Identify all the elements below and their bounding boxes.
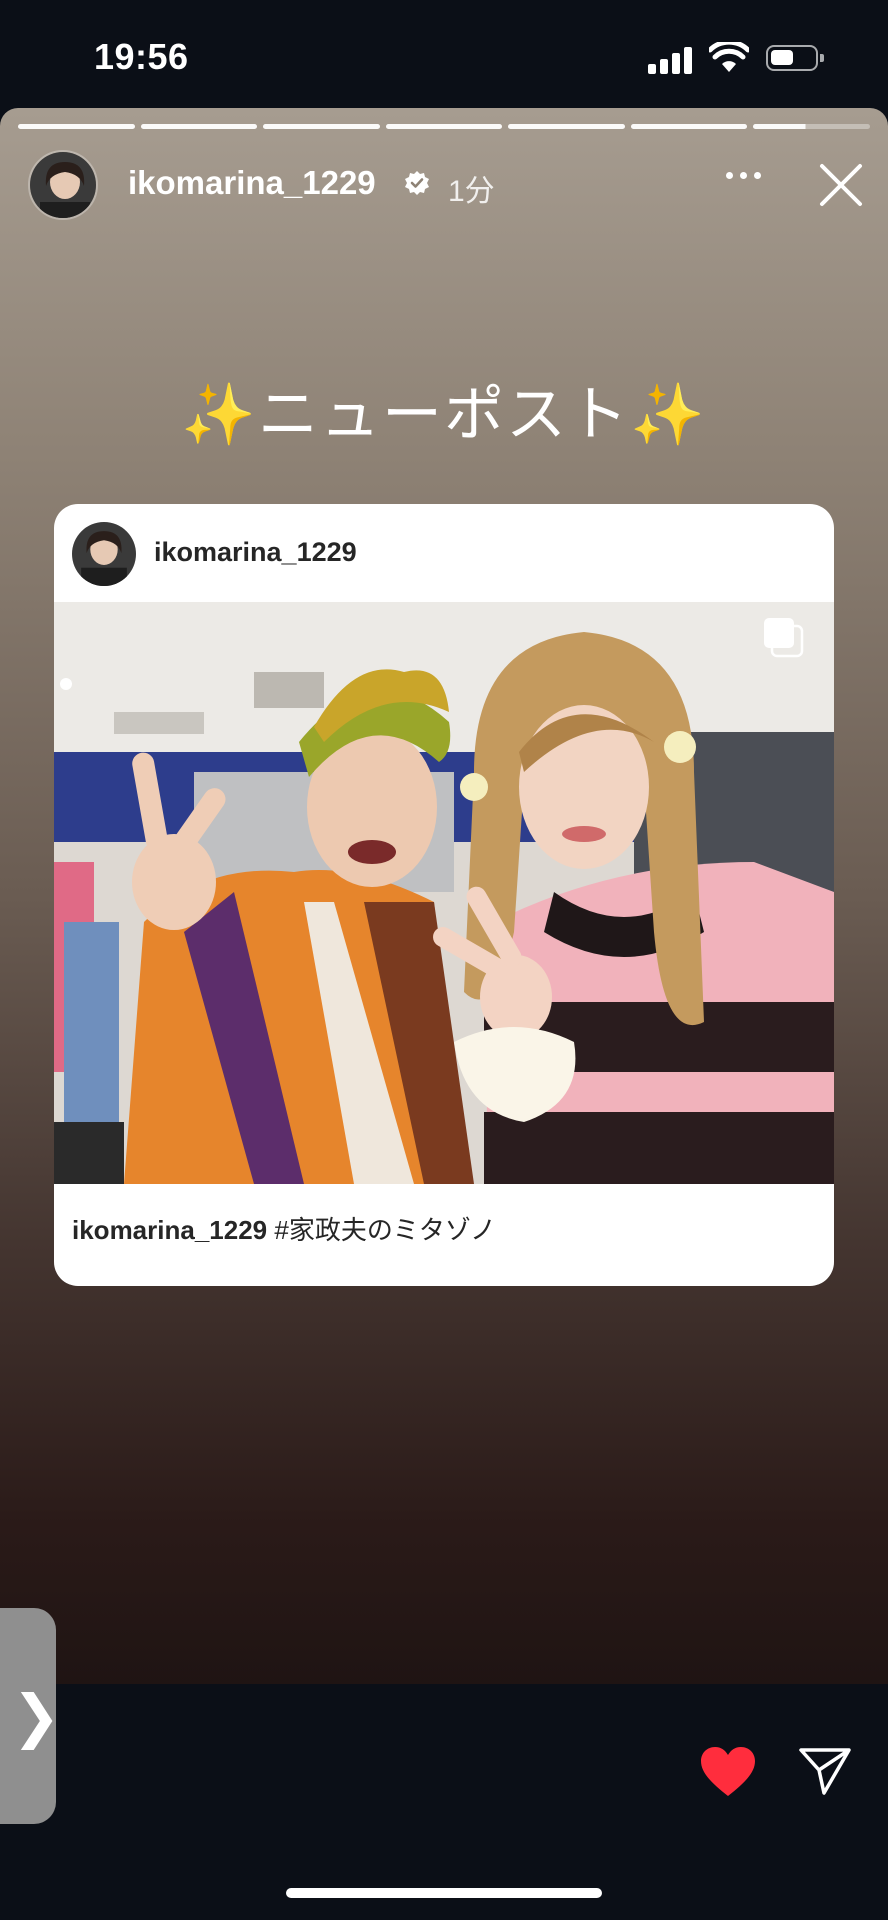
headline-text: ニューポスト — [258, 381, 630, 448]
battery-icon — [766, 45, 824, 71]
story-avatar[interactable] — [28, 150, 98, 220]
chevron-right-icon: ❯ — [12, 1682, 61, 1750]
sparkle-icon: ✨ — [630, 381, 707, 448]
post-avatar[interactable] — [72, 522, 136, 586]
send-icon[interactable] — [798, 1746, 852, 1796]
cellular-signal-icon — [648, 46, 694, 74]
sparkle-icon: ✨ — [181, 381, 258, 448]
story-headline: ✨ニューポスト✨ — [0, 366, 888, 453]
story-footer — [0, 1684, 888, 1920]
wifi-icon — [709, 42, 749, 72]
post-username[interactable]: ikomarina_1229 — [154, 537, 357, 568]
post-photo[interactable] — [54, 602, 834, 1184]
status-time: 19:56 — [94, 36, 189, 77]
progress-segment — [508, 124, 625, 129]
heart-icon[interactable] — [700, 1746, 756, 1798]
next-story-tab[interactable]: ❯ — [0, 1608, 61, 1824]
post-caption: ikomarina_1229 #家政夫のミタゾノ — [72, 1210, 496, 1247]
caption-text[interactable]: #家政夫のミタゾノ — [274, 1215, 496, 1245]
caption-username[interactable]: ikomarina_1229 — [72, 1215, 267, 1245]
home-indicator[interactable] — [286, 1888, 602, 1898]
verified-badge-icon — [405, 171, 429, 195]
story-progress-bar — [18, 124, 871, 129]
progress-segment — [385, 124, 503, 129]
story-username[interactable]: ikomarina_1229 — [128, 164, 376, 202]
close-icon[interactable] — [818, 162, 864, 208]
more-icon[interactable] — [726, 172, 761, 179]
story-view[interactable]: ikomarina_1229 1分 ✨ニューポスト✨ ikomarina_122… — [0, 108, 888, 1684]
progress-segment-current — [753, 124, 871, 129]
shared-post-card[interactable]: ikomarina_1229 ikomarina_1229 #家政夫のミタゾノ — [54, 504, 834, 1286]
story-time-ago: 1分 — [448, 175, 495, 208]
status-bar: 19:56 — [0, 0, 888, 108]
progress-segment — [18, 124, 135, 129]
progress-segment — [263, 124, 380, 129]
progress-segment — [630, 124, 748, 129]
progress-segment — [140, 124, 258, 129]
